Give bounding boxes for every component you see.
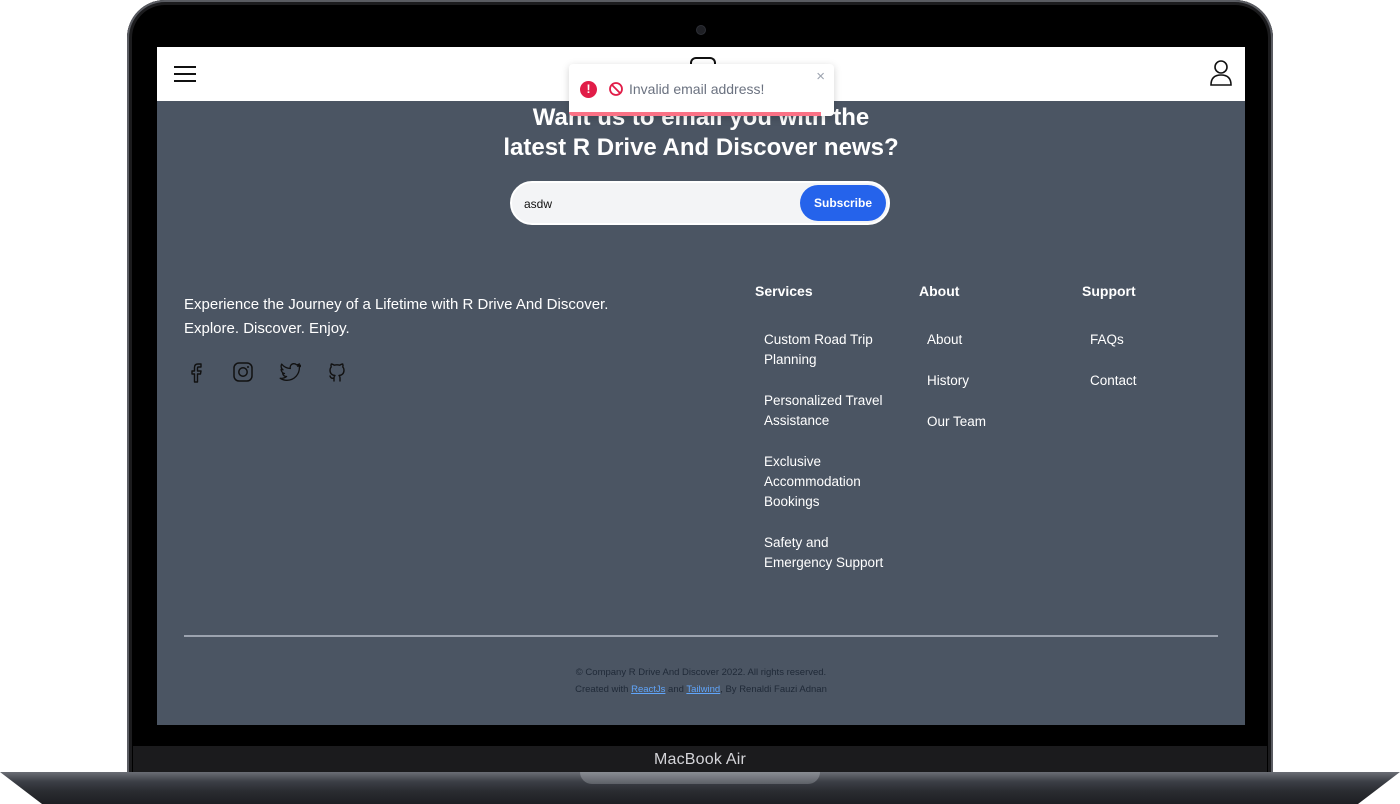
instagram-icon[interactable]: [232, 361, 254, 383]
reactjs-link[interactable]: ReactJs: [631, 684, 665, 695]
tailwind-link[interactable]: Tailwind: [686, 684, 720, 695]
alert-icon: !: [580, 81, 597, 98]
subscribe-form: Subscribe: [510, 181, 890, 225]
footer-divider: [184, 635, 1218, 637]
facebook-icon[interactable]: [185, 361, 207, 383]
support-link[interactable]: FAQs: [1090, 330, 1220, 350]
tagline-line1: Experience the Journey of a Lifetime wit…: [184, 296, 609, 313]
error-toast: ! Invalid email address! ×: [569, 64, 834, 116]
email-input[interactable]: [522, 191, 796, 217]
github-icon[interactable]: [326, 361, 348, 383]
about-link[interactable]: Our Team: [927, 412, 1057, 432]
support-heading: Support: [1082, 283, 1136, 299]
credits-suffix: , By Renaldi Fauzi Adnan: [720, 684, 827, 695]
services-link[interactable]: Safety and Emergency Support: [764, 533, 894, 573]
footer-tagline: Experience the Journey of a Lifetime wit…: [184, 293, 704, 341]
services-heading: Services: [755, 283, 813, 299]
newsletter-title-line2: latest R Drive And Discover news?: [503, 134, 899, 161]
laptop-notch: [580, 772, 820, 784]
about-link[interactable]: History: [927, 371, 1057, 391]
services-link[interactable]: Personalized Travel Assistance: [764, 391, 894, 431]
credits-text: Created with ReactJs and Tailwind, By Re…: [157, 684, 1245, 695]
tagline-line2: Explore. Discover. Enjoy.: [184, 320, 350, 337]
ban-icon: [609, 82, 623, 96]
user-icon[interactable]: [1209, 59, 1233, 87]
services-link[interactable]: Exclusive Accommodation Bookings: [764, 452, 894, 512]
about-heading: About: [919, 283, 960, 299]
close-icon[interactable]: ×: [816, 68, 825, 85]
subscribe-button[interactable]: Subscribe: [800, 185, 886, 221]
hamburger-menu-icon[interactable]: [173, 65, 197, 83]
screen: Want us to email you with the latest R D…: [157, 47, 1245, 725]
toast-message: Invalid email address!: [629, 81, 765, 97]
toast-progress-bar: [569, 112, 821, 116]
credits-and: and: [665, 684, 687, 695]
about-link[interactable]: About: [927, 330, 1057, 350]
copyright-text: © Company R Drive And Discover 2022. All…: [575, 667, 827, 678]
credits-prefix: Created with: [575, 684, 632, 695]
services-link[interactable]: Custom Road Trip Planning: [764, 330, 894, 370]
twitter-icon[interactable]: [279, 361, 301, 383]
support-link[interactable]: Contact: [1090, 371, 1220, 391]
camera: [697, 26, 705, 34]
device-label: MacBook Air: [653, 751, 746, 768]
